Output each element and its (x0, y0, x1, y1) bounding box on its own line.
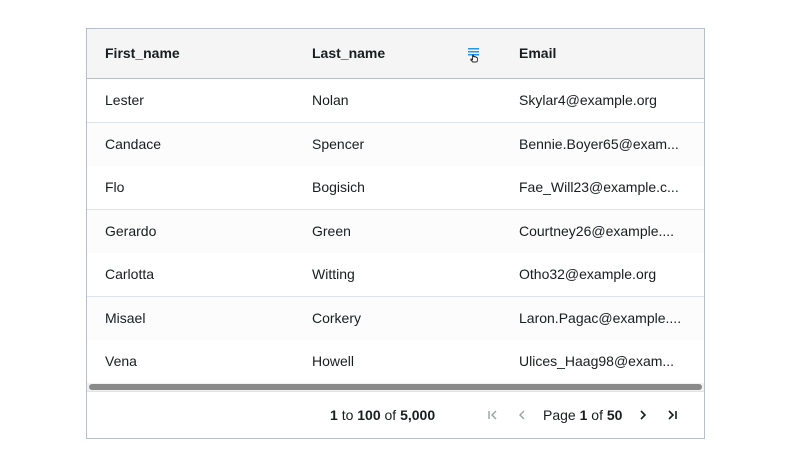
cell-last-name[interactable]: Witting (312, 253, 492, 296)
grid-header: First_name Last_name Email (87, 29, 704, 79)
row-summary: 1 to 100 of 5,000 (330, 392, 435, 438)
row-total: 5,000 (400, 407, 436, 423)
cell-last-name[interactable]: Howell (312, 340, 492, 383)
row-range-end: 100 (357, 407, 381, 423)
total-pages: 50 (606, 407, 623, 423)
cell-last-name[interactable]: Spencer (312, 123, 492, 166)
cell-first-name[interactable]: Gerardo (105, 210, 285, 253)
horizontal-scrollbar[interactable] (87, 383, 704, 392)
pagination-panel: 1 to 100 of 5,000 Page 1 of 50 (87, 392, 704, 438)
grid-body: Lester Nolan Skylar4@example.org Candace… (87, 79, 704, 383)
table-row[interactable]: Carlotta Witting Otho32@example.org (87, 253, 704, 297)
last-page-icon (668, 410, 677, 420)
first-page-icon (488, 410, 497, 420)
table-row[interactable]: Vena Howell Ulices_Haag98@exam... (87, 340, 704, 383)
current-page: 1 (579, 407, 588, 423)
column-menu-icon[interactable] (467, 47, 481, 63)
cell-email[interactable]: Bennie.Boyer65@exam... (519, 123, 689, 166)
horizontal-scrollbar-thumb[interactable] (89, 384, 702, 390)
previous-page-icon (519, 410, 525, 420)
column-header-last-name[interactable]: Last_name (312, 29, 385, 78)
cell-email[interactable]: Laron.Pagac@example.... (519, 297, 689, 340)
cell-email[interactable]: Fae_Will23@example.c... (519, 166, 689, 209)
cell-first-name[interactable]: Carlotta (105, 253, 285, 296)
table-row[interactable]: Misael Corkery Laron.Pagac@example.... (87, 297, 704, 341)
table-row[interactable]: Lester Nolan Skylar4@example.org (87, 79, 704, 123)
cell-first-name[interactable]: Candace (105, 123, 285, 166)
next-page-icon (640, 410, 647, 420)
cell-last-name[interactable]: Corkery (312, 297, 492, 340)
cell-email[interactable]: Ulices_Haag98@exam... (519, 340, 689, 383)
cell-email[interactable]: Courtney26@example.... (519, 210, 689, 253)
cell-last-name[interactable]: Green (312, 210, 492, 253)
row-range-start: 1 (330, 407, 338, 423)
cell-last-name[interactable]: Nolan (312, 79, 492, 122)
cell-email[interactable]: Skylar4@example.org (519, 79, 689, 122)
first-page-button[interactable] (485, 407, 501, 423)
cell-first-name[interactable]: Flo (105, 166, 285, 209)
cell-first-name[interactable]: Lester (105, 79, 285, 122)
row-range-of-word: of (384, 407, 397, 423)
page-word: Page (543, 407, 576, 423)
next-page-button[interactable] (635, 407, 651, 423)
page-indicator: Page 1 of 50 (543, 392, 622, 438)
table-row[interactable]: Flo Bogisich Fae_Will23@example.c... (87, 166, 704, 210)
column-header-first-name[interactable]: First_name (105, 29, 180, 78)
table-row[interactable]: Candace Spencer Bennie.Boyer65@exam... (87, 123, 704, 167)
previous-page-button[interactable] (514, 407, 530, 423)
table-row[interactable]: Gerardo Green Courtney26@example.... (87, 210, 704, 254)
data-grid: First_name Last_name Email Lester Nolan … (86, 28, 705, 439)
cell-first-name[interactable]: Misael (105, 297, 285, 340)
column-header-email[interactable]: Email (519, 29, 556, 78)
last-page-button[interactable] (664, 407, 680, 423)
page-of-word: of (591, 407, 603, 423)
row-range-to-word: to (341, 407, 354, 423)
cell-email[interactable]: Otho32@example.org (519, 253, 689, 296)
cell-first-name[interactable]: Vena (105, 340, 285, 383)
cell-last-name[interactable]: Bogisich (312, 166, 492, 209)
